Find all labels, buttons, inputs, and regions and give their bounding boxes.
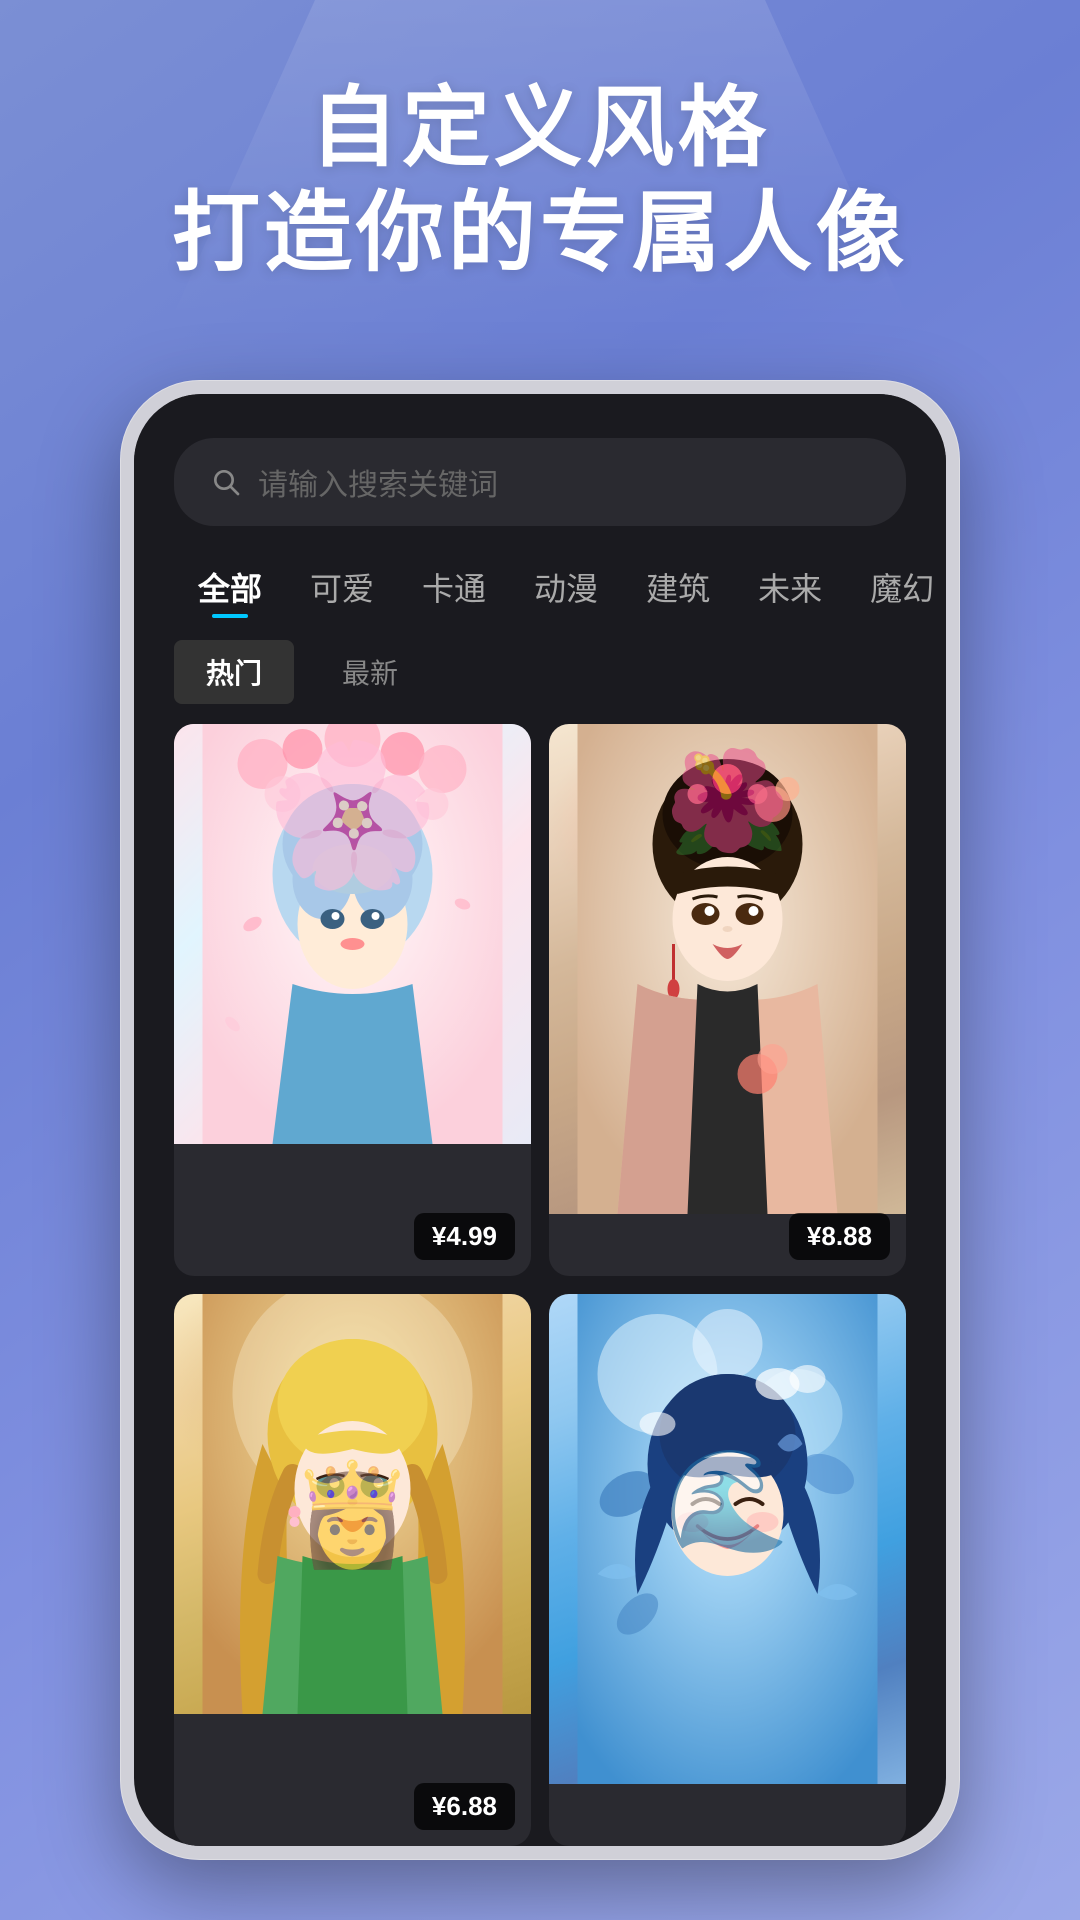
- category-arch[interactable]: 建筑: [622, 554, 734, 620]
- phone-screen: 请输入搜索关键词 全部 可爱 卡通 动漫: [134, 394, 946, 1846]
- card-image-4: [549, 1294, 906, 1784]
- card-3-price: ¥6.88: [414, 1783, 515, 1830]
- phone-frame: 请输入搜索关键词 全部 可爱 卡通 动漫: [120, 380, 960, 1860]
- search-placeholder-text: 请输入搜索关键词: [258, 460, 498, 504]
- screen-content: 请输入搜索关键词 全部 可爱 卡通 动漫: [134, 394, 946, 1846]
- category-all[interactable]: 全部: [174, 554, 286, 620]
- grid-card-4[interactable]: [549, 1294, 906, 1846]
- card-2-price: ¥8.88: [789, 1213, 890, 1260]
- search-bar-container: 请输入搜索关键词: [134, 394, 946, 546]
- hero-title-line1: 自定义风格: [0, 80, 1080, 177]
- category-cartoon[interactable]: 卡通: [398, 554, 510, 620]
- search-bar[interactable]: 请输入搜索关键词: [174, 438, 906, 526]
- sort-hot[interactable]: 热门: [174, 640, 294, 704]
- sort-tabs: 热门 最新: [134, 636, 946, 724]
- card-2-overlay: ¥8.88: [549, 724, 906, 1276]
- image-grid: ¥4.99: [134, 724, 946, 1846]
- grid-card-1[interactable]: ¥4.99: [174, 724, 531, 1276]
- card-art-4: [549, 1294, 906, 1784]
- category-tabs: 全部 可爱 卡通 动漫 建筑 未来: [134, 546, 946, 636]
- search-icon: [210, 466, 242, 498]
- hero-section: 自定义风格 打造你的专属人像: [0, 80, 1080, 282]
- card-1-overlay: ¥4.99: [174, 724, 531, 1276]
- card-1-price: ¥4.99: [414, 1213, 515, 1260]
- hero-title-line2: 打造你的专属人像: [0, 185, 1080, 282]
- grid-card-2[interactable]: ¥8.88: [549, 724, 906, 1276]
- card-3-overlay: ¥6.88: [174, 1294, 531, 1846]
- category-future[interactable]: 未来: [734, 554, 846, 620]
- grid-card-3[interactable]: ¥6.88: [174, 1294, 531, 1846]
- phone-mockup: 请输入搜索关键词 全部 可爱 卡通 动漫: [120, 380, 960, 1860]
- category-cute[interactable]: 可爱: [286, 554, 398, 620]
- category-magic[interactable]: 魔幻: [846, 554, 946, 620]
- sort-new[interactable]: 最新: [310, 640, 430, 704]
- category-anime[interactable]: 动漫: [510, 554, 622, 620]
